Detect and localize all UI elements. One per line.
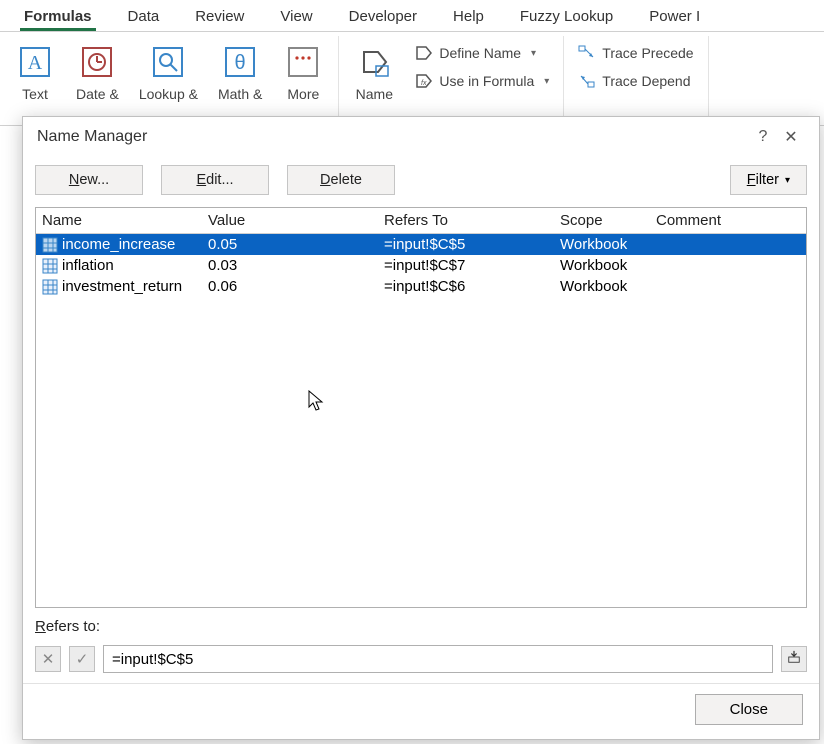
- ribbon-tab-formulas[interactable]: Formulas: [20, 6, 96, 31]
- col-scope[interactable]: Scope: [560, 212, 656, 229]
- trace-precedents-button[interactable]: Trace Precede: [572, 42, 699, 64]
- trace-prec-icon: [578, 44, 596, 62]
- date-time-button[interactable]: Date &: [70, 38, 125, 106]
- lookup-label: Lookup &: [139, 86, 198, 102]
- clock-icon: [79, 42, 115, 82]
- collapse-icon: [787, 650, 801, 668]
- row-scope: Workbook: [560, 236, 656, 253]
- names-list[interactable]: Name Value Refers To Scope Comment incom…: [35, 207, 807, 608]
- range-picker-button[interactable]: [781, 646, 807, 672]
- close-button[interactable]: Close: [695, 694, 803, 725]
- dialog-title-text: Name Manager: [37, 128, 147, 146]
- datetime-label: Date &: [76, 86, 119, 102]
- confirm-edit-button[interactable]: ✓: [69, 646, 95, 672]
- search-icon: [150, 42, 186, 82]
- lookup-button[interactable]: Lookup &: [133, 38, 204, 106]
- col-value[interactable]: Value: [208, 212, 384, 229]
- name-range-icon: [42, 279, 58, 295]
- ribbon-tab-developer[interactable]: Developer: [345, 6, 421, 31]
- more-label: More: [287, 86, 319, 102]
- list-header[interactable]: Name Value Refers To Scope Comment: [36, 208, 806, 234]
- new-button[interactable]: New...: [35, 165, 143, 195]
- row-name: inflation: [62, 257, 114, 274]
- row-value: 0.03: [208, 257, 384, 274]
- svg-text:fx: fx: [421, 80, 427, 87]
- row-name: income_increase: [62, 236, 175, 253]
- chevron-down-icon: ▾: [544, 76, 549, 87]
- cancel-edit-button[interactable]: ✕: [35, 646, 61, 672]
- trace-dependents-button[interactable]: Trace Depend: [572, 70, 699, 92]
- close-icon[interactable]: ✕: [777, 127, 805, 147]
- edit-button[interactable]: Edit...: [161, 165, 269, 195]
- dialog-toolbar: New... Edit... Delete Filter ▾: [23, 157, 819, 207]
- help-button[interactable]: ?: [749, 128, 777, 146]
- trace-dep-label: Trace Depend: [602, 73, 690, 89]
- delete-button[interactable]: Delete: [287, 165, 395, 195]
- row-value: 0.05: [208, 236, 384, 253]
- refers-to-input[interactable]: [103, 645, 773, 673]
- ellipsis-icon: [285, 42, 321, 82]
- dialog-footer: Close: [23, 683, 819, 739]
- col-refers-to[interactable]: Refers To: [384, 212, 560, 229]
- ribbon-tabs: Formulas Data Review View Developer Help…: [0, 0, 824, 32]
- tag-icon: [356, 42, 392, 82]
- row-scope: Workbook: [560, 278, 656, 295]
- row-scope: Workbook: [560, 257, 656, 274]
- more-functions-button[interactable]: More: [276, 38, 330, 106]
- x-icon: ✕: [42, 650, 55, 668]
- theta-icon: θ: [222, 42, 258, 82]
- name-manager-dialog: Name Manager ? ✕ New... Edit... Delete F…: [22, 116, 820, 740]
- name-range-icon: [42, 237, 58, 253]
- ribbon-tab-help[interactable]: Help: [449, 6, 488, 31]
- math-button[interactable]: θ Math &: [212, 38, 268, 106]
- name-manager-button[interactable]: Name: [347, 38, 401, 106]
- row-name: investment_return: [62, 278, 182, 295]
- refers-to-label: Refers to:: [23, 608, 819, 641]
- ribbon-tab-fuzzy-lookup[interactable]: Fuzzy Lookup: [516, 6, 617, 31]
- svg-text:θ: θ: [235, 52, 246, 74]
- text-label: Text: [22, 86, 48, 102]
- dialog-titlebar[interactable]: Name Manager ? ✕: [23, 117, 819, 157]
- row-refers: =input!$C$5: [384, 236, 560, 253]
- trace-dep-icon: [578, 72, 596, 90]
- filter-button[interactable]: Filter ▾: [730, 165, 807, 195]
- define-name-label: Define Name: [439, 45, 521, 61]
- col-comment[interactable]: Comment: [656, 212, 800, 229]
- math-label: Math &: [218, 86, 262, 102]
- chevron-down-icon: ▾: [531, 48, 536, 59]
- svg-text:A: A: [28, 52, 43, 74]
- check-icon: ✓: [76, 650, 89, 668]
- chevron-down-icon: ▾: [785, 175, 790, 186]
- ribbon-tab-view[interactable]: View: [276, 6, 316, 31]
- use-in-formula-button[interactable]: fx Use in Formula ▾: [409, 70, 555, 92]
- text-icon: A: [17, 42, 53, 82]
- name-mgr-label: Name: [356, 86, 393, 102]
- ribbon-tab-review[interactable]: Review: [191, 6, 248, 31]
- text-functions-button[interactable]: A Text: [8, 38, 62, 106]
- ribbon-body: A Text Date & Lookup & θ Math &: [0, 32, 824, 126]
- refers-to-row: ✕ ✓: [23, 641, 819, 683]
- list-row[interactable]: inflation 0.03 =input!$C$7 Workbook: [36, 255, 806, 276]
- define-name-button[interactable]: Define Name ▾: [409, 42, 555, 64]
- trace-prec-label: Trace Precede: [602, 45, 693, 61]
- list-row[interactable]: investment_return 0.06 =input!$C$6 Workb…: [36, 276, 806, 297]
- col-name[interactable]: Name: [42, 212, 208, 229]
- ribbon-tab-power[interactable]: Power I: [645, 6, 704, 31]
- row-value: 0.06: [208, 278, 384, 295]
- ribbon-tab-data[interactable]: Data: [124, 6, 164, 31]
- name-range-icon: [42, 258, 58, 274]
- use-in-formula-label: Use in Formula: [439, 73, 534, 89]
- list-row[interactable]: income_increase 0.05 =input!$C$5 Workboo…: [36, 234, 806, 255]
- row-refers: =input!$C$6: [384, 278, 560, 295]
- fx-icon: fx: [415, 72, 433, 90]
- row-refers: =input!$C$7: [384, 257, 560, 274]
- tag-small-icon: [415, 44, 433, 62]
